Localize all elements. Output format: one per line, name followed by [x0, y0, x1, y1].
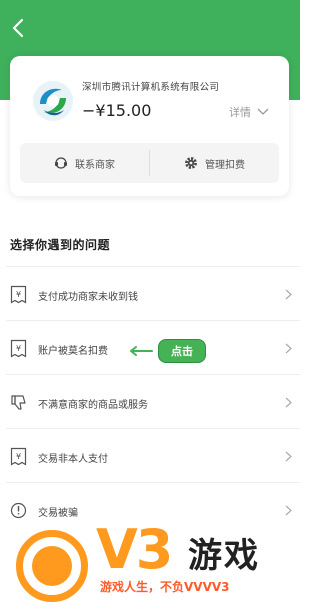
issue-label: 支付成功商家未收到钱: [38, 292, 138, 303]
chevron-down-icon: [257, 108, 269, 115]
chevron-right-icon: [285, 451, 292, 462]
manage-deduction-label: 管理扣费: [205, 159, 245, 171]
click-annotation: 点击: [128, 339, 206, 363]
watermark-brand-suffix: 游戏: [188, 536, 260, 576]
receipt-icon: ¥: [10, 339, 27, 358]
chevron-right-icon: [285, 505, 292, 516]
issue-item-not-self-paid[interactable]: ¥ 交易非本人支付: [6, 428, 300, 482]
arrow-left-icon: [130, 346, 153, 356]
details-toggle[interactable]: 详情: [229, 104, 269, 120]
receipt-icon: ¥: [10, 447, 27, 466]
svg-text:¥: ¥: [16, 452, 21, 461]
thumbs-down-icon: [11, 395, 26, 410]
card-actions: 联系商家 管理扣费: [20, 143, 279, 183]
manage-deduction-button[interactable]: 管理扣费: [150, 143, 279, 183]
chevron-left-icon[interactable]: [8, 16, 30, 40]
alert-icon: [10, 502, 27, 519]
section-title: 选择你遇到的问题: [10, 238, 111, 252]
issue-item-unsatisfied-service[interactable]: 不满意商家的商品或服务: [6, 374, 300, 428]
contact-merchant-label: 联系商家: [75, 159, 115, 171]
click-badge: 点击: [158, 339, 206, 363]
watermark-logo-icon: [32, 546, 72, 586]
contact-merchant-icon: [55, 157, 67, 169]
chevron-right-icon: [285, 397, 292, 408]
watermark-brand: V3: [96, 518, 173, 581]
merchant-name: 深圳市腾讯计算机系统有限公司: [82, 82, 220, 93]
details-label: 详情: [229, 106, 251, 119]
svg-text:¥: ¥: [16, 344, 21, 353]
gear-icon: [185, 157, 197, 169]
chevron-right-icon: [285, 289, 292, 300]
issue-label: 交易非本人支付: [38, 454, 108, 465]
receipt-icon: ¥: [10, 285, 27, 304]
issue-list: ¥ 支付成功商家未收到钱 ¥ 账户被莫名扣费 不满意商家的商品或服务 ¥ 交易非…: [0, 266, 300, 536]
bill-card: 深圳市腾讯计算机系统有限公司 −¥15.00 详情 联系商家 管理扣费: [10, 56, 289, 196]
svg-text:¥: ¥: [16, 290, 21, 299]
issue-item-payment-not-received[interactable]: ¥ 支付成功商家未收到钱: [6, 266, 300, 320]
chevron-right-icon: [285, 343, 292, 354]
bill-amount: −¥15.00: [82, 101, 152, 120]
issue-label: 账户被莫名扣费: [38, 346, 108, 357]
issue-label: 交易被骗: [38, 508, 78, 519]
merchant-logo: [33, 81, 73, 121]
issue-label: 不满意商家的商品或服务: [38, 400, 148, 411]
contact-merchant-button[interactable]: 联系商家: [20, 143, 149, 183]
watermark-slogan: 游戏人生，不负VVVV3: [100, 580, 230, 594]
